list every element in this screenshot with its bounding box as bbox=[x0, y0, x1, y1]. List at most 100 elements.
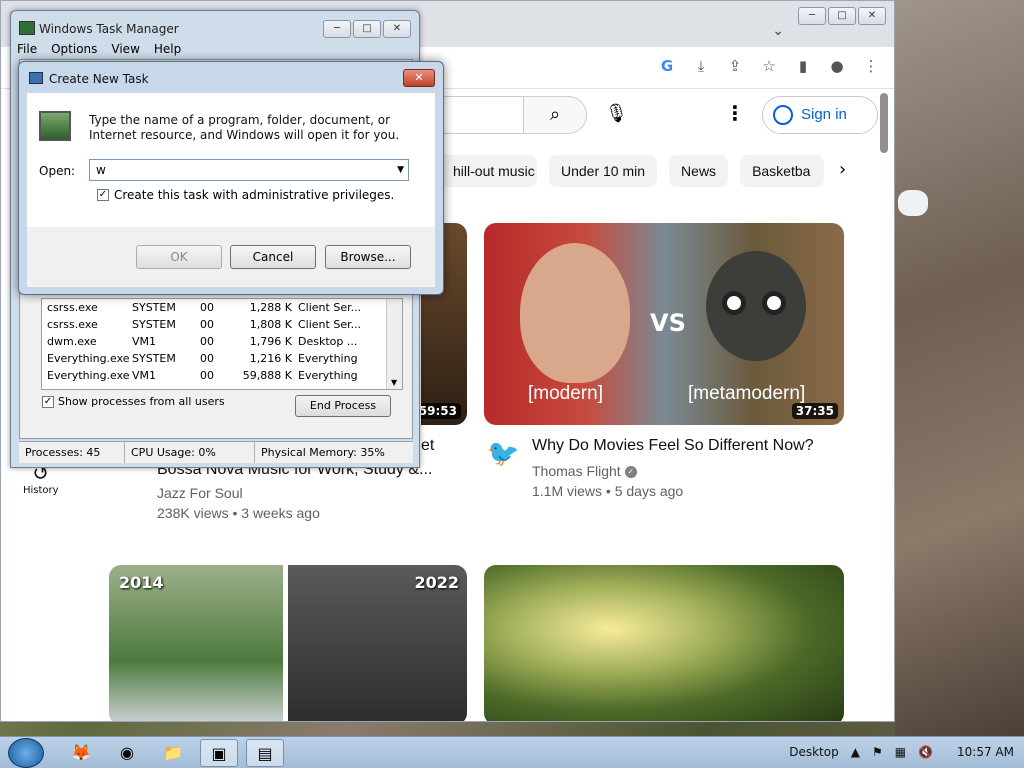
channel-name[interactable]: Jazz For Soul bbox=[157, 485, 243, 501]
minimize-button[interactable]: ─ bbox=[323, 20, 351, 38]
chip[interactable]: Basketba bbox=[740, 155, 825, 187]
tab-search-icon[interactable]: ⌄ bbox=[772, 23, 784, 39]
table-row[interactable]: csrss.exe SYSTEM 00 1,808 K Client Ser..… bbox=[42, 316, 402, 333]
menu-help[interactable]: Help bbox=[154, 42, 181, 56]
create-new-task-dialog: Create New Task ✕ Type the name of a pro… bbox=[18, 61, 444, 295]
video-thumbnail[interactable]: VS [modern] [metamodern] 37:35 bbox=[484, 223, 844, 425]
video-title-fragment[interactable]: et bbox=[421, 437, 434, 455]
share-icon[interactable]: ⇪ bbox=[726, 57, 744, 75]
maximize-button[interactable]: □ bbox=[353, 20, 381, 38]
process-description: Client Ser... bbox=[298, 301, 362, 314]
show-hidden-icons-icon[interactable]: ▲ bbox=[851, 745, 860, 759]
admin-label: Create this task with administrative pri… bbox=[114, 188, 395, 202]
window-title: Windows Task Manager bbox=[39, 22, 179, 36]
chip-bar: hill-out music Under 10 min News Basketb… bbox=[441, 155, 825, 187]
table-row[interactable]: dwm.exe VM1 00 1,796 K Desktop ... bbox=[42, 333, 402, 350]
create-task-taskbar-icon[interactable]: ▤ bbox=[246, 739, 284, 767]
firefox-icon[interactable]: 🦊 bbox=[62, 739, 100, 767]
search-input[interactable] bbox=[441, 96, 525, 134]
chrome-icon[interactable]: ◉ bbox=[108, 739, 146, 767]
window-controls: ─ □ ✕ bbox=[321, 20, 411, 38]
sign-in-label: Sign in bbox=[801, 106, 847, 123]
process-list-scrollbar[interactable]: ▼ bbox=[386, 299, 402, 389]
process-cpu: 00 bbox=[200, 369, 214, 382]
end-process-button[interactable]: End Process bbox=[295, 395, 391, 417]
video-meta: 238K views • 3 weeks ago bbox=[157, 505, 320, 521]
channel-avatar-bird-icon[interactable]: 🐦 bbox=[487, 439, 519, 469]
history-label: History bbox=[23, 485, 59, 496]
process-cpu: 00 bbox=[200, 335, 214, 348]
checkbox-icon[interactable]: ✓ bbox=[42, 395, 54, 408]
thumbnail-label-left: [modern] bbox=[528, 383, 603, 404]
checkbox-icon[interactable]: ✓ bbox=[97, 189, 109, 201]
taskbar: 🦊 ◉ 📁 ▣ ▤ Desktop ▲ ⚑ ▦ 🔇 10:57 AM bbox=[0, 736, 1024, 768]
start-button-icon[interactable] bbox=[8, 738, 44, 768]
sign-in-button[interactable]: Sign in bbox=[762, 96, 878, 134]
chip[interactable]: Under 10 min bbox=[549, 155, 658, 187]
maximize-button[interactable]: □ bbox=[828, 7, 856, 25]
action-center-icon[interactable]: ⚑ bbox=[872, 745, 883, 759]
process-description: Client Ser... bbox=[298, 318, 362, 331]
table-row[interactable]: csrss.exe SYSTEM 00 1,288 K Client Ser..… bbox=[42, 299, 402, 316]
task-manager-icon bbox=[19, 21, 35, 35]
close-button[interactable]: ✕ bbox=[383, 20, 411, 38]
process-cpu: 00 bbox=[200, 301, 214, 314]
open-combobox[interactable]: w ▼ bbox=[89, 159, 409, 181]
chevron-down-icon[interactable]: ▼ bbox=[397, 160, 404, 180]
ok-button[interactable]: OK bbox=[136, 245, 222, 269]
table-row[interactable]: Everything.exe VM1 00 59,888 K Everythin… bbox=[42, 367, 402, 384]
volume-muted-icon[interactable]: 🔇 bbox=[918, 745, 933, 759]
search-icon[interactable]: ⌕ bbox=[523, 96, 587, 134]
process-description: Everything bbox=[298, 369, 358, 382]
desktop-toolbar-label[interactable]: Desktop bbox=[789, 745, 839, 759]
scrollbar[interactable] bbox=[880, 93, 888, 153]
show-all-label: Show processes from all users bbox=[58, 395, 225, 408]
process-user: SYSTEM bbox=[132, 318, 176, 331]
table-row[interactable]: Everything.exe SYSTEM 00 1,216 K Everyth… bbox=[42, 350, 402, 367]
process-memory: 1,796 K bbox=[249, 335, 292, 348]
run-program-icon bbox=[39, 111, 71, 141]
menu-options[interactable]: Options bbox=[51, 42, 97, 56]
menu-file[interactable]: File bbox=[17, 42, 37, 56]
side-panel-icon[interactable]: ▮ bbox=[794, 57, 812, 75]
show-all-processes-checkbox[interactable]: ✓ Show processes from all users bbox=[42, 395, 225, 408]
menu-view[interactable]: View bbox=[111, 42, 139, 56]
video-thumbnail-part[interactable]: 2022 bbox=[288, 565, 467, 721]
channel-name[interactable]: Thomas Flight ✓ bbox=[532, 463, 637, 479]
dialog-content: Type the name of a program, folder, docu… bbox=[27, 93, 435, 227]
process-name: Everything.exe bbox=[47, 369, 130, 382]
admin-privileges-checkbox[interactable]: ✓ Create this task with administrative p… bbox=[97, 188, 394, 202]
omnibox-icons: G ⤓ ⇪ ☆ ▮ ● ⋮ bbox=[658, 57, 880, 75]
profile-icon[interactable]: ● bbox=[828, 57, 846, 75]
scroll-down-icon[interactable]: ▼ bbox=[391, 378, 397, 387]
task-manager-taskbar-icon[interactable]: ▣ bbox=[200, 739, 238, 767]
video-thumbnail[interactable] bbox=[484, 565, 844, 721]
close-button[interactable]: ✕ bbox=[858, 7, 886, 25]
network-icon[interactable]: ▦ bbox=[895, 745, 906, 759]
process-description: Desktop ... bbox=[298, 335, 358, 348]
status-bar: Processes: 45 CPU Usage: 0% Physical Mem… bbox=[19, 441, 413, 463]
video-thumbnail[interactable]: 2014 bbox=[109, 565, 283, 721]
minimize-button[interactable]: ─ bbox=[798, 7, 826, 25]
thumbnail-vs-text: VS bbox=[650, 309, 686, 337]
explorer-icon[interactable]: 📁 bbox=[154, 739, 192, 767]
chevron-right-icon[interactable]: › bbox=[839, 159, 846, 180]
clock[interactable]: 10:57 AM bbox=[957, 745, 1014, 759]
verified-icon: ✓ bbox=[624, 466, 637, 479]
close-button[interactable]: ✕ bbox=[403, 69, 435, 87]
chip[interactable]: hill-out music bbox=[441, 155, 537, 187]
microphone-icon[interactable]: 🎙 bbox=[605, 103, 628, 124]
bookmark-star-icon[interactable]: ☆ bbox=[760, 57, 778, 75]
google-lens-icon[interactable]: G bbox=[658, 57, 676, 75]
process-name: dwm.exe bbox=[47, 335, 97, 348]
settings-menu-icon[interactable]: ⋮ bbox=[725, 101, 745, 125]
duration-badge: 59:53 bbox=[421, 403, 461, 419]
menu-icon[interactable]: ⋮ bbox=[862, 57, 880, 75]
browse-button[interactable]: Browse... bbox=[325, 245, 411, 269]
cancel-button[interactable]: Cancel bbox=[230, 245, 316, 269]
download-icon[interactable]: ⤓ bbox=[692, 57, 710, 75]
video-meta: 1.1M views • 5 days ago bbox=[532, 483, 684, 499]
video-title[interactable]: Why Do Movies Feel So Different Now? bbox=[532, 437, 814, 455]
chip[interactable]: News bbox=[669, 155, 729, 187]
process-list[interactable]: csrss.exe SYSTEM 00 1,288 K Client Ser..… bbox=[41, 298, 403, 390]
